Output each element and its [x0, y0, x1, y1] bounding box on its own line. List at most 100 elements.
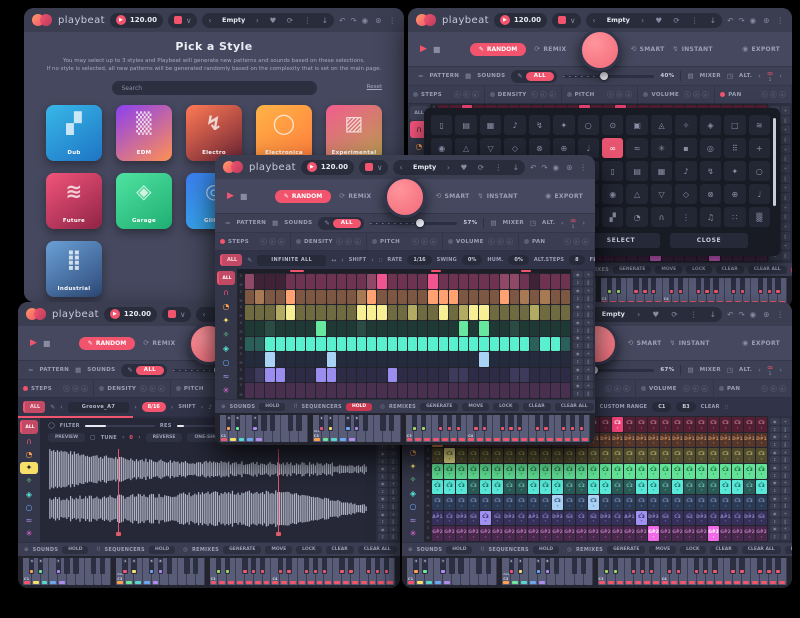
- black-key[interactable]: [73, 558, 78, 574]
- row-pause-icon[interactable]: ‖: [781, 441, 791, 448]
- remixes-keys[interactable]: C3C4: [210, 558, 395, 585]
- row-speaker-icon[interactable]: ◉: [378, 481, 388, 488]
- pitch-cell[interactable]: C3: [540, 448, 551, 463]
- step-cell[interactable]: [520, 337, 529, 352]
- step-cell[interactable]: [347, 290, 356, 305]
- pitch-cell[interactable]: C3: [444, 495, 455, 510]
- step-cell[interactable]: [347, 321, 356, 336]
- lock-icon[interactable]: ⊘: [430, 238, 437, 245]
- pitch-cell[interactable]: C3: [648, 495, 659, 510]
- row-speaker-icon[interactable]: ◉: [770, 418, 780, 425]
- sidebar-track-2-icon[interactable]: ◔: [20, 448, 38, 460]
- step-cell[interactable]: [479, 274, 488, 289]
- sidebar-track-8-icon[interactable]: ✳: [404, 528, 422, 541]
- pitch-cell[interactable]: C3: [660, 417, 671, 432]
- play-button[interactable]: ▶: [420, 44, 427, 54]
- loop-next-icon[interactable]: ›: [779, 72, 782, 80]
- mixer-button[interactable]: MIXER: [700, 73, 721, 79]
- black-key[interactable]: [366, 558, 371, 574]
- pitch-cell[interactable]: C3: [492, 480, 503, 495]
- style-tile-electronica[interactable]: ◯Electronica: [256, 105, 312, 161]
- black-key[interactable]: [651, 278, 656, 294]
- record-icon[interactable]: ◉: [750, 16, 757, 25]
- black-key[interactable]: [561, 415, 566, 431]
- step-cell[interactable]: [459, 383, 468, 398]
- pitch-cell[interactable]: G#2: [648, 526, 659, 541]
- step-cell[interactable]: [530, 383, 539, 398]
- pitch-cell[interactable]: D#3: [744, 511, 755, 526]
- mute-toggle[interactable]: M: [238, 315, 244, 319]
- black-key[interactable]: [348, 558, 353, 574]
- pitch-cell[interactable]: C3: [516, 511, 527, 526]
- step-cell[interactable]: [388, 337, 397, 352]
- step-cell[interactable]: [347, 352, 356, 367]
- sound-cell[interactable]: ✦: [724, 161, 745, 181]
- black-key[interactable]: [225, 558, 230, 574]
- step-cell[interactable]: [276, 383, 285, 398]
- step-cell[interactable]: [520, 352, 529, 367]
- pitch-cell[interactable]: A#1: [720, 511, 731, 526]
- sidebar-track-3-icon[interactable]: ✦: [404, 460, 422, 473]
- step-cell[interactable]: [327, 383, 336, 398]
- row-pause-icon[interactable]: ‖: [781, 232, 791, 241]
- step-cell[interactable]: [337, 274, 346, 289]
- step-cell[interactable]: [306, 305, 315, 320]
- pitch-cell[interactable]: C3: [444, 511, 455, 526]
- black-key[interactable]: [570, 415, 575, 431]
- lock-button[interactable]: LOCK: [680, 546, 705, 554]
- step-cell[interactable]: [500, 290, 509, 305]
- lock-button[interactable]: LOCK: [493, 403, 518, 411]
- sound-cell[interactable]: ✧: [675, 115, 696, 135]
- step-cell[interactable]: [265, 352, 274, 367]
- pitch-cell[interactable]: G#2: [684, 526, 695, 541]
- step-cell[interactable]: [316, 352, 325, 367]
- black-key[interactable]: [251, 558, 256, 574]
- instant-toggle[interactable]: ↯INSTANT: [478, 192, 518, 200]
- clear-all-button[interactable]: CLEAR ALL: [555, 403, 594, 411]
- step-cell[interactable]: [398, 352, 407, 367]
- tune-up-icon[interactable]: ›: [138, 434, 140, 441]
- step-cell[interactable]: [398, 337, 407, 352]
- pitch-cell[interactable]: C3: [732, 417, 743, 432]
- redo-icon[interactable]: ↷: [541, 163, 547, 172]
- pitch-cell[interactable]: D#1: [612, 433, 623, 448]
- sound-cell[interactable]: ✦: [553, 115, 574, 135]
- step-cell[interactable]: [469, 383, 478, 398]
- row-add-icon[interactable]: +: [781, 418, 791, 425]
- solo-toggle[interactable]: S: [238, 291, 244, 295]
- sounds-toggle[interactable]: SOUNDS: [477, 73, 505, 79]
- bpm-value[interactable]: 120.00: [321, 163, 348, 171]
- black-key[interactable]: 3: [413, 558, 418, 574]
- pitch-cell[interactable]: G#2: [432, 526, 443, 541]
- row-add-icon[interactable]: +: [781, 449, 791, 456]
- pitch-cell[interactable]: C3: [432, 495, 443, 510]
- row-add-icon[interactable]: +: [389, 481, 399, 488]
- step-cell[interactable]: [367, 368, 376, 383]
- row-add-icon[interactable]: +: [781, 464, 791, 471]
- solo-toggle[interactable]: S: [238, 369, 244, 373]
- pitch-cell[interactable]: C3: [696, 417, 707, 432]
- black-key[interactable]: [740, 278, 745, 294]
- pencil-icon[interactable]: ✎: [684, 91, 691, 98]
- step-cell[interactable]: [490, 337, 499, 352]
- pencil-icon[interactable]: ✎: [531, 91, 538, 98]
- mute-toggle[interactable]: M: [425, 505, 431, 509]
- black-key[interactable]: [696, 278, 701, 294]
- pitch-cell[interactable]: C3: [624, 448, 635, 463]
- reload-icon[interactable]: ⟳: [673, 16, 679, 25]
- solo-toggle[interactable]: S: [238, 338, 244, 342]
- generate-button[interactable]: GENERATE: [420, 403, 458, 411]
- pitch-cell[interactable]: C3: [600, 480, 611, 495]
- pitch-cell[interactable]: C3: [624, 417, 635, 432]
- remix-toggle[interactable]: ⟳REMIX: [339, 192, 371, 200]
- pitch-cell[interactable]: C3: [744, 495, 755, 510]
- step-cell[interactable]: [530, 352, 539, 367]
- sequencers-hold-button[interactable]: HOLD: [346, 403, 372, 411]
- pitch-cell[interactable]: C3: [720, 448, 731, 463]
- remixes-hold-button[interactable]: HOLD: [791, 266, 792, 274]
- step-cell[interactable]: [449, 305, 458, 320]
- pitch-cell[interactable]: C3: [744, 464, 755, 479]
- pitch-cell[interactable]: G#2: [672, 526, 683, 541]
- sound-cell[interactable]: ▒: [749, 207, 770, 227]
- black-key[interactable]: 1: [122, 558, 127, 574]
